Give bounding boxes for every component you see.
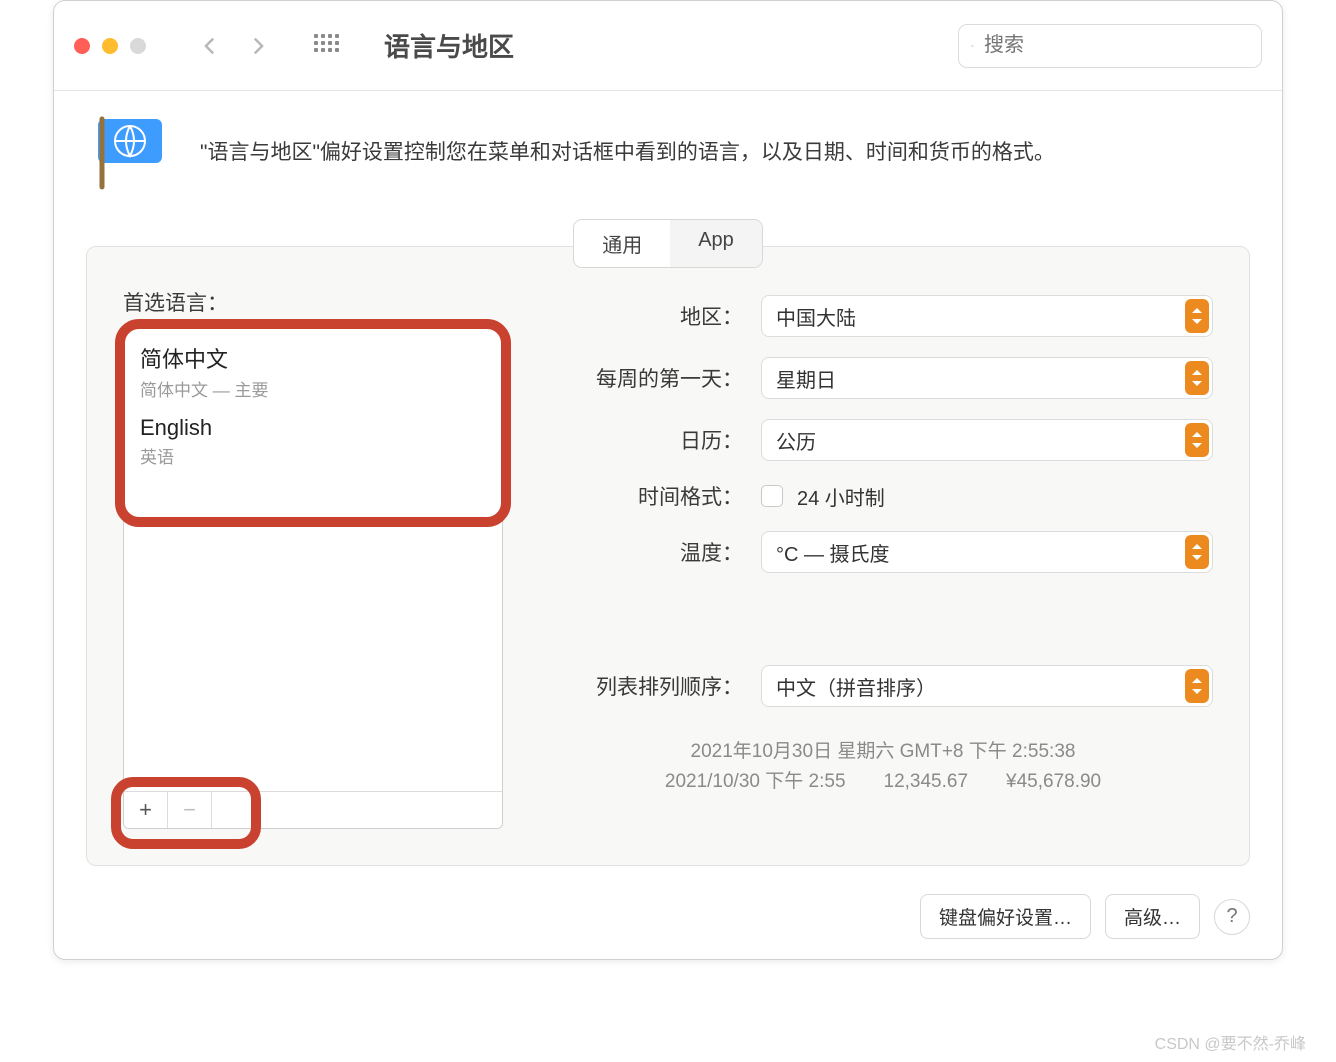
preferred-languages-label: 首选语言： xyxy=(123,287,503,317)
language-region-icon xyxy=(88,111,172,195)
language-sub: 简体中文 — 主要 xyxy=(140,376,486,401)
keyboard-preferences-button[interactable]: 键盘偏好设置… xyxy=(920,894,1091,939)
zoom-window-button[interactable] xyxy=(130,38,146,54)
preview-line1: 2021年10月30日 星期六 GMT+8 下午 2:55:38 xyxy=(553,737,1213,767)
list-controls: + − xyxy=(124,791,502,828)
24hour-checkbox[interactable] xyxy=(761,485,783,507)
region-select[interactable]: 中国大陆 xyxy=(761,295,1213,337)
stepper-icon xyxy=(1185,423,1209,457)
language-name: English xyxy=(140,415,486,441)
footer: 键盘偏好设置… 高级… ? xyxy=(920,894,1250,939)
minimize-window-button[interactable] xyxy=(102,38,118,54)
window-controls xyxy=(74,38,146,54)
watermark: CSDN @要不然-乔峰 xyxy=(1155,1030,1306,1054)
sort-order-label: 列表排列顺序： xyxy=(553,671,743,701)
tab-app[interactable]: App xyxy=(670,220,762,267)
close-window-button[interactable] xyxy=(74,38,90,54)
language-sub: 英语 xyxy=(140,443,486,468)
nav-buttons xyxy=(200,36,268,56)
calendar-select[interactable]: 公历 xyxy=(761,419,1213,461)
header-description: "语言与地区"偏好设置控制您在菜单和对话框中看到的语言，以及日期、时间和货币的格… xyxy=(200,137,1055,169)
temperature-label: 温度： xyxy=(553,537,743,567)
search-field[interactable] xyxy=(958,24,1262,68)
calendar-label: 日历： xyxy=(553,425,743,455)
advanced-button[interactable]: 高级… xyxy=(1105,894,1200,939)
header: "语言与地区"偏好设置控制您在菜单和对话框中看到的语言，以及日期、时间和货币的格… xyxy=(54,91,1282,219)
language-list: 简体中文 简体中文 — 主要 English 英语 + − xyxy=(123,327,503,829)
toolbar: 语言与地区 xyxy=(54,1,1282,91)
temperature-select[interactable]: °C — 摄氏度 xyxy=(761,531,1213,573)
stepper-icon xyxy=(1185,535,1209,569)
settings-panel: 首选语言： 简体中文 简体中文 — 主要 English 英语 xyxy=(86,246,1250,866)
preferences-window: 语言与地区 "语言与地区"偏好设置控制您在菜单和对话框中看到的语言，以及日期、时… xyxy=(53,0,1283,960)
tab-bar: 通用 App xyxy=(54,219,1282,268)
region-label: 地区： xyxy=(553,301,743,331)
stepper-icon xyxy=(1185,361,1209,395)
back-icon[interactable] xyxy=(200,36,220,56)
preview-line2: 2021/10/30 下午 2:55 12,345.67 ¥45,678.90 xyxy=(553,767,1213,797)
show-all-icon[interactable] xyxy=(314,34,338,58)
add-language-button[interactable]: + xyxy=(124,792,168,828)
firstday-label: 每周的第一天： xyxy=(553,363,743,393)
stepper-icon xyxy=(1185,299,1209,333)
tab-general[interactable]: 通用 xyxy=(574,220,670,267)
help-button[interactable]: ? xyxy=(1214,899,1250,935)
right-column: 地区： 中国大陆 每周的第一天： 星期日 日历： 公历 时间格式： 24 小时制… xyxy=(553,287,1213,829)
format-preview: 2021年10月30日 星期六 GMT+8 下午 2:55:38 2021/10… xyxy=(553,737,1213,798)
remove-language-button[interactable]: − xyxy=(168,792,212,828)
window-title: 语言与地区 xyxy=(384,27,514,64)
list-item[interactable]: 简体中文 简体中文 — 主要 xyxy=(140,342,486,401)
firstday-select[interactable]: 星期日 xyxy=(761,357,1213,399)
list-item[interactable]: English 英语 xyxy=(140,415,486,468)
sort-order-select[interactable]: 中文（拼音排序） xyxy=(761,665,1213,707)
24hour-label: 24 小时制 xyxy=(797,482,885,511)
forward-icon[interactable] xyxy=(248,36,268,56)
search-input[interactable] xyxy=(984,34,1249,57)
left-column: 首选语言： 简体中文 简体中文 — 主要 English 英语 xyxy=(123,287,503,829)
time-format-label: 时间格式： xyxy=(553,481,743,511)
stepper-icon xyxy=(1185,669,1209,703)
search-icon xyxy=(971,36,974,56)
language-name: 简体中文 xyxy=(140,342,486,374)
